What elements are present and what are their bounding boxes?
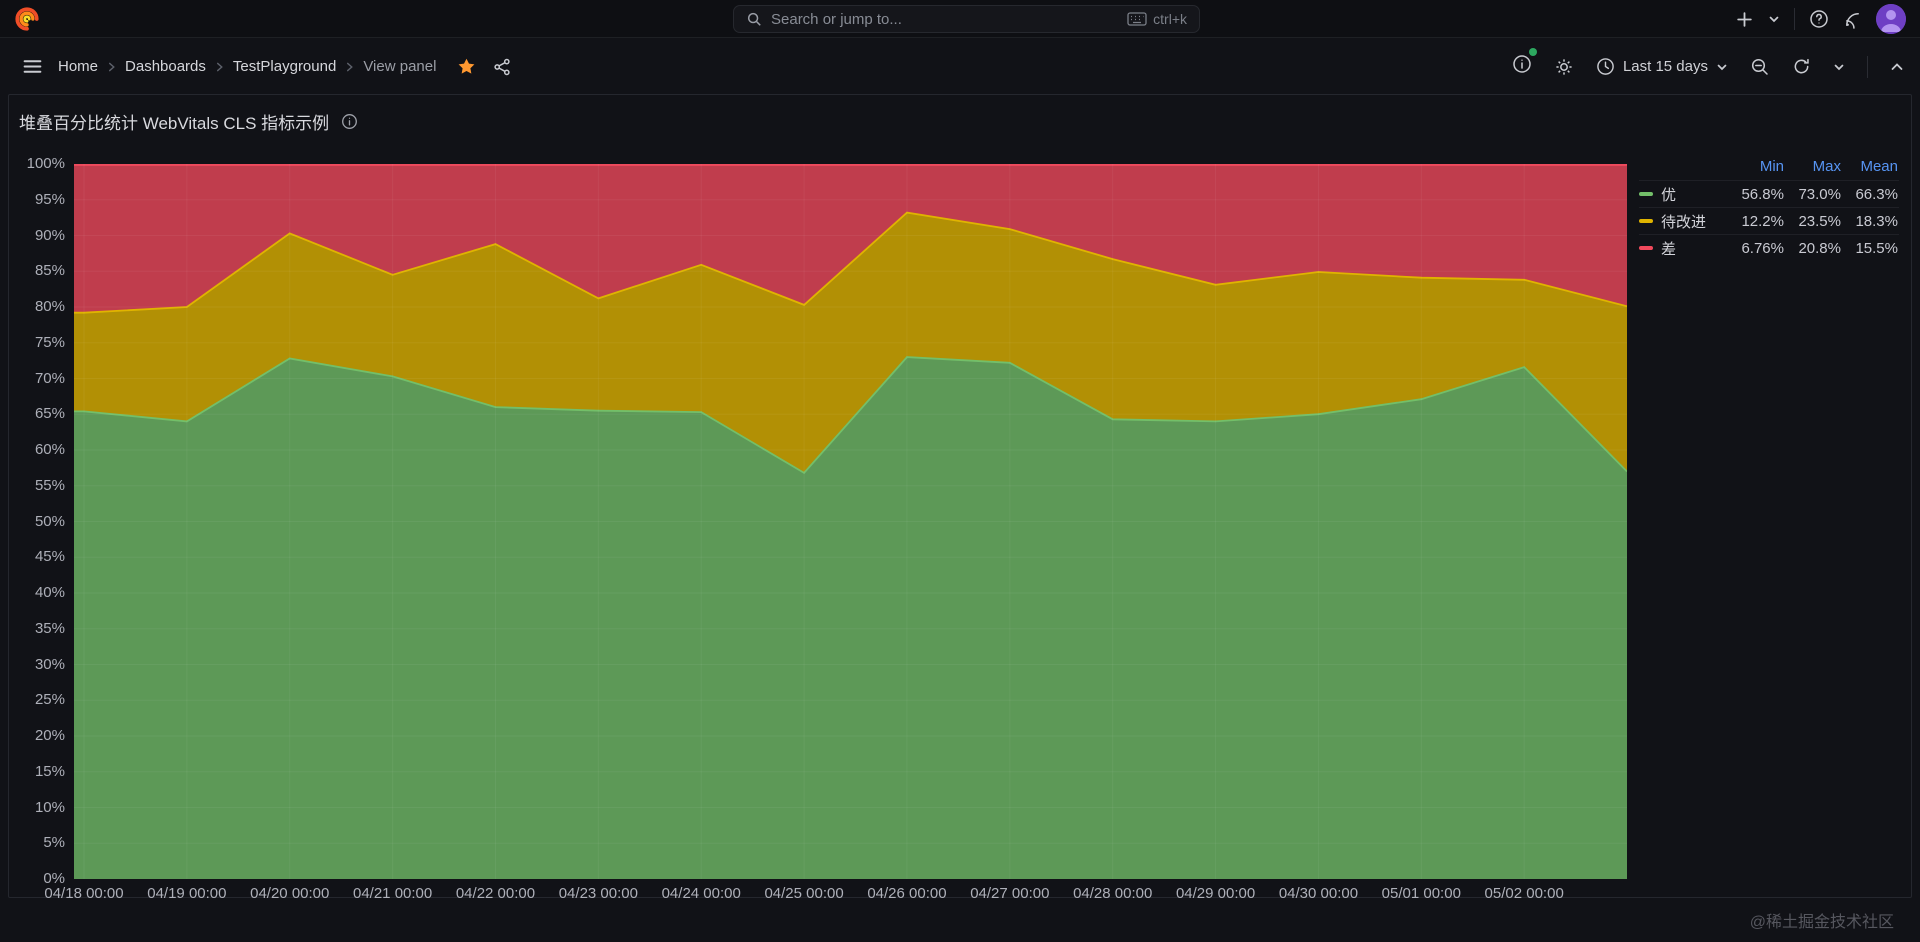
y-axis-label: 80% [34, 298, 65, 315]
help-icon[interactable] [1809, 9, 1829, 29]
legend-row: 差 6.76% 20.8% 15.5% [1639, 234, 1899, 261]
dashboard-panel: 堆叠百分比统计 WebVitals CLS 指标示例 0% 5% 10% 15% 20%… [8, 94, 1912, 902]
add-new-chevron-down-icon[interactable] [1768, 13, 1780, 25]
legend-table: Min Max Mean 优 56.8% 73.0% 66.3% 待改进 12.2% 23.5% 1… [1639, 153, 1899, 261]
y-axis-label: 20% [34, 727, 65, 744]
search-shortcut: ctrl+k [1127, 11, 1187, 27]
y-axis-label: 55% [34, 476, 65, 494]
y-axis-label: 70% [34, 369, 65, 387]
global-search-box[interactable]: ctrl+k [733, 5, 1200, 33]
legend-header-row: Min Max Mean [1639, 153, 1899, 180]
y-axis-label: 75% [34, 333, 65, 351]
y-axis-label: 30% [34, 655, 65, 673]
breadcrumb-toolbar: Home Dashboards TestPlayground View pane… [0, 39, 1920, 94]
favorite-star-icon[interactable] [457, 57, 476, 76]
legend-row: 优 56.8% 73.0% 66.3% [1639, 180, 1899, 207]
gear-icon[interactable] [1554, 57, 1574, 77]
share-icon[interactable] [493, 58, 511, 76]
breadcrumb-dashboards[interactable]: Dashboards [125, 58, 206, 75]
user-avatar[interactable] [1876, 4, 1906, 34]
keyboard-icon [1127, 12, 1147, 26]
notification-dot [1528, 48, 1537, 56]
legend-mean-value: 15.5% [1855, 239, 1898, 257]
legend-max-value: 23.5% [1798, 212, 1841, 230]
legend-mean-value: 66.3% [1855, 185, 1898, 203]
y-axis-label: 65% [34, 405, 65, 423]
y-axis-label: 85% [34, 262, 65, 280]
legend-row: 待改进 12.2% 23.5% 18.3% [1639, 207, 1899, 234]
panel-info-circle-icon[interactable] [1512, 54, 1532, 74]
panel-title[interactable]: 堆叠百分比统计 WebVitals CLS 指标示例 [19, 109, 329, 134]
stacked-area-chart-canvas[interactable] [74, 164, 1627, 879]
info-circle-icon[interactable] [341, 113, 358, 130]
legend-swatch-icon [1639, 192, 1653, 196]
breadcrumb-view-panel: View panel [363, 58, 437, 75]
search-icon [746, 11, 762, 27]
y-axis-label: 90% [34, 226, 65, 244]
chevron-right-icon [215, 61, 224, 73]
watermark: @稀土掘金技术社区 [1749, 914, 1894, 931]
grafana-logo-icon[interactable] [14, 6, 40, 32]
time-range-label: Last 15 days [1622, 58, 1708, 75]
refresh-interval-chevron-icon[interactable] [1833, 61, 1845, 73]
x-axis-label: 05/02 00:00 [1484, 885, 1564, 902]
y-axis-label: 100% [26, 155, 65, 172]
grid-lines [74, 164, 1627, 879]
legend-max-value: 73.0% [1798, 185, 1841, 203]
refresh-icon[interactable] [1792, 57, 1811, 76]
legend-column-max[interactable]: Max [1784, 158, 1841, 175]
y-axis-label: 15% [34, 762, 65, 780]
y-axis-label: 45% [34, 548, 65, 566]
y-axis-label: 40% [34, 584, 65, 601]
legend-swatch-icon [1639, 246, 1653, 250]
y-axis-label: 35% [34, 619, 65, 637]
legend-max-value: 20.8% [1798, 239, 1841, 257]
y-axis-label: 25% [34, 691, 65, 709]
legend-min-value: 6.76% [1741, 239, 1784, 257]
clock-icon [1596, 57, 1615, 76]
y-axis-label: 60% [34, 441, 65, 458]
time-range-picker[interactable]: Last 15 days [1596, 57, 1728, 76]
legend-column-min[interactable]: Min [1727, 158, 1784, 175]
legend-mean-value: 18.3% [1855, 212, 1898, 230]
shortcut-label: ctrl+k [1153, 11, 1187, 27]
top-navigation-bar: ctrl+k [0, 0, 1920, 38]
y-axis-label: 5% [43, 834, 65, 852]
menu-icon[interactable] [22, 56, 43, 77]
zoom-out-icon[interactable] [1750, 57, 1770, 77]
legend-min-value: 12.2% [1741, 212, 1784, 230]
search-input[interactable] [771, 10, 1119, 28]
news-rss-icon[interactable] [1843, 10, 1862, 29]
legend-series-label[interactable]: 差 [1661, 238, 1676, 259]
chevron-right-icon [345, 61, 354, 73]
add-new-button[interactable] [1735, 10, 1754, 29]
breadcrumb: Home Dashboards TestPlayground View pane… [58, 57, 511, 76]
y-axis-label: 50% [34, 512, 65, 530]
legend-series-label[interactable]: 优 [1661, 184, 1676, 205]
chevron-right-icon [107, 61, 116, 73]
legend-series-label[interactable]: 待改进 [1661, 211, 1706, 232]
chevron-down-icon [1716, 61, 1728, 73]
grafana-view-panel-page: { "topbar": { "search_placeholder": "Sea… [0, 0, 1920, 942]
breadcrumb-home[interactable]: Home [58, 58, 98, 75]
toolbar-divider [1867, 55, 1868, 78]
breadcrumb-dashboard-name[interactable]: TestPlayground [233, 58, 336, 75]
topbar-divider [1794, 8, 1795, 30]
legend-swatch-icon [1639, 219, 1653, 223]
collapse-chevron-up-icon[interactable] [1890, 60, 1904, 74]
area-series-good [74, 357, 1627, 879]
y-axis-label: 10% [34, 798, 65, 816]
legend-column-mean[interactable]: Mean [1841, 158, 1898, 175]
y-axis-label: 95% [34, 190, 65, 208]
legend-min-value: 56.8% [1741, 185, 1784, 203]
